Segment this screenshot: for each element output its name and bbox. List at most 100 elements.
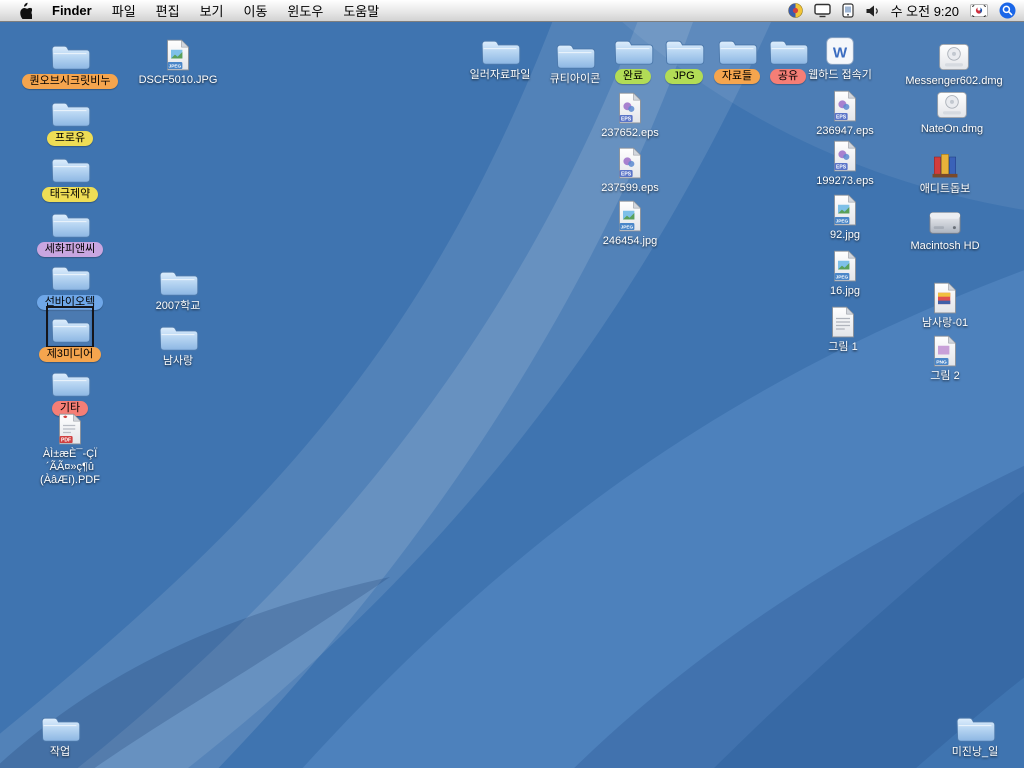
menu-view[interactable]: 보기 bbox=[190, 1, 234, 20]
icon-label: 16.jpg bbox=[830, 285, 860, 298]
icon-label: 제3미디어 bbox=[39, 347, 102, 362]
desktop-icon[interactable]: Messenger602.dmg bbox=[904, 37, 1004, 88]
desktop-icon[interactable]: 퀀오브시크릿비누 bbox=[20, 36, 120, 89]
pdf-icon: PDF bbox=[56, 410, 84, 446]
desktop-icon[interactable]: EPS 237599.eps bbox=[580, 144, 680, 195]
icon-label: 남사랑 bbox=[163, 355, 193, 368]
korean-flag-icon[interactable] bbox=[970, 4, 988, 17]
svg-text:W: W bbox=[833, 45, 848, 62]
desktop-icon[interactable]: 프로유 bbox=[20, 93, 120, 146]
icon-label: 태극제약 bbox=[42, 187, 98, 202]
desktop-icon[interactable]: 애디트돕보 bbox=[895, 145, 995, 196]
apple-menu-icon[interactable] bbox=[8, 0, 42, 21]
desktop-icon[interactable]: Macintosh HD bbox=[895, 202, 995, 253]
desktop-icon[interactable]: EPS 236947.eps bbox=[795, 87, 895, 138]
status-ball-icon[interactable] bbox=[788, 3, 803, 18]
desktop-icon[interactable]: 남사랑 bbox=[128, 317, 228, 368]
menu-file[interactable]: 파일 bbox=[102, 1, 146, 20]
png-icon: PNG bbox=[931, 332, 959, 368]
icon-label: 남사랑-01 bbox=[922, 317, 968, 330]
desktop-icon[interactable]: 제3미디어 bbox=[20, 309, 120, 362]
desktop-icon[interactable]: 2007학교 bbox=[128, 262, 228, 313]
volume-icon[interactable] bbox=[865, 4, 880, 18]
folder-icon bbox=[49, 309, 91, 345]
desktop-icon[interactable]: 기타 bbox=[20, 363, 120, 416]
app-books-icon bbox=[929, 145, 961, 181]
menubar: Finder 파일 편집 보기 이동 윈도우 도움말 bbox=[0, 0, 1024, 22]
menu-edit[interactable]: 편집 bbox=[146, 1, 190, 20]
menu-window[interactable]: 윈도우 bbox=[277, 1, 333, 20]
menu-help[interactable]: 도움말 bbox=[333, 1, 389, 20]
icon-label: 그림 2 bbox=[930, 370, 959, 383]
display-icon[interactable] bbox=[814, 3, 831, 18]
svg-text:JPEG: JPEG bbox=[621, 224, 634, 230]
folder-icon bbox=[49, 36, 91, 72]
desktop-icon[interactable]: 작업 bbox=[10, 708, 110, 759]
desktop-icon[interactable]: 남사랑-01 bbox=[895, 279, 995, 330]
menu-go[interactable]: 이동 bbox=[234, 1, 278, 20]
desktop-icon[interactable]: EPS 199273.eps bbox=[795, 137, 895, 188]
jpeg-icon: JPEG bbox=[164, 36, 192, 72]
folder-icon bbox=[49, 149, 91, 185]
finder-menu[interactable]: Finder bbox=[42, 3, 102, 18]
icon-label: Macintosh HD bbox=[910, 240, 979, 253]
desktop-icon[interactable]: 미진낭_일 bbox=[925, 708, 1024, 759]
svg-text:EPS: EPS bbox=[836, 164, 847, 170]
icon-label: 세화피앤씨 bbox=[37, 242, 104, 257]
svg-text:EPS: EPS bbox=[621, 116, 632, 122]
desktop-icon[interactable]: 태극제약 bbox=[20, 149, 120, 202]
icon-label: 작업 bbox=[50, 746, 70, 759]
desktop-icon[interactable]: EPS 237652.eps bbox=[580, 89, 680, 140]
icon-label: 199273.eps bbox=[816, 175, 874, 188]
icon-label: 프로유 bbox=[47, 131, 93, 146]
menubar-status-area: 수 오전 9:20 bbox=[788, 0, 1016, 21]
eps-icon: EPS bbox=[831, 87, 859, 123]
folder-icon bbox=[39, 708, 81, 744]
icon-label: 2007학교 bbox=[156, 300, 201, 313]
folder-icon bbox=[157, 317, 199, 353]
eps-icon: EPS bbox=[831, 137, 859, 173]
icon-label: 246454.jpg bbox=[603, 235, 657, 248]
dmg-icon bbox=[934, 85, 970, 121]
desktop-icon[interactable]: PNG 그림 2 bbox=[895, 332, 995, 383]
icon-label: 92.jpg bbox=[830, 229, 860, 242]
svg-text:JPEG: JPEG bbox=[169, 63, 182, 69]
svg-text:EPS: EPS bbox=[621, 171, 632, 177]
folder-icon bbox=[49, 204, 91, 240]
jpeg-icon: JPEG bbox=[831, 247, 859, 283]
icon-label: 그림 1 bbox=[828, 341, 857, 354]
icon-label: 237652.eps bbox=[601, 127, 659, 140]
device-icon[interactable] bbox=[842, 3, 854, 18]
svg-text:JPEG: JPEG bbox=[836, 218, 849, 224]
desktop-icon[interactable]: JPEG DSCF5010.JPG bbox=[128, 36, 228, 87]
icon-label: 애디트돕보 bbox=[920, 183, 971, 196]
folder-icon bbox=[157, 262, 199, 298]
desktop-icon[interactable]: 선바이오텍 bbox=[20, 257, 120, 310]
desktop-icon[interactable]: 세화피앤씨 bbox=[20, 204, 120, 257]
desktop-icon[interactable]: JPEG 16.jpg bbox=[795, 247, 895, 298]
svg-text:PDF: PDF bbox=[61, 437, 71, 443]
desktop-icon[interactable]: JPEG 92.jpg bbox=[795, 191, 895, 242]
desktop-icon[interactable]: NateOn.dmg bbox=[902, 85, 1002, 136]
jpeg-icon: JPEG bbox=[616, 197, 644, 233]
jpeg-icon: JPEG bbox=[831, 191, 859, 227]
app-w-icon: W bbox=[824, 31, 856, 67]
svg-text:JPEG: JPEG bbox=[836, 274, 849, 280]
desktop-icon[interactable]: PDF ÀÌ±æÈ¯-ÇÏ´ÃÃ¤»ç¶û (ÀâÆí).PDF bbox=[20, 410, 120, 487]
folder-icon bbox=[49, 363, 91, 399]
menubar-clock[interactable]: 수 오전 9:20 bbox=[891, 1, 959, 20]
desktop-icon[interactable]: 그림 1 bbox=[793, 303, 893, 354]
desktop-icon[interactable]: W 웹하드 접속기 bbox=[790, 31, 890, 82]
eps-icon: EPS bbox=[616, 89, 644, 125]
hdd-icon bbox=[926, 202, 964, 238]
folder-icon bbox=[49, 257, 91, 293]
spotlight-icon[interactable] bbox=[999, 2, 1016, 19]
icon-label: 237599.eps bbox=[601, 182, 659, 195]
menubar-left: Finder 파일 편집 보기 이동 윈도우 도움말 bbox=[8, 0, 389, 21]
icon-label: 선바이오텍 bbox=[37, 295, 104, 310]
img-icon bbox=[931, 279, 959, 315]
doc-icon bbox=[829, 303, 857, 339]
svg-text:PNG: PNG bbox=[936, 359, 947, 365]
desktop-icon[interactable]: JPEG 246454.jpg bbox=[580, 197, 680, 248]
icon-label: ÀÌ±æÈ¯-ÇÏ´ÃÃ¤»ç¶û (ÀâÆí).PDF bbox=[21, 448, 119, 487]
